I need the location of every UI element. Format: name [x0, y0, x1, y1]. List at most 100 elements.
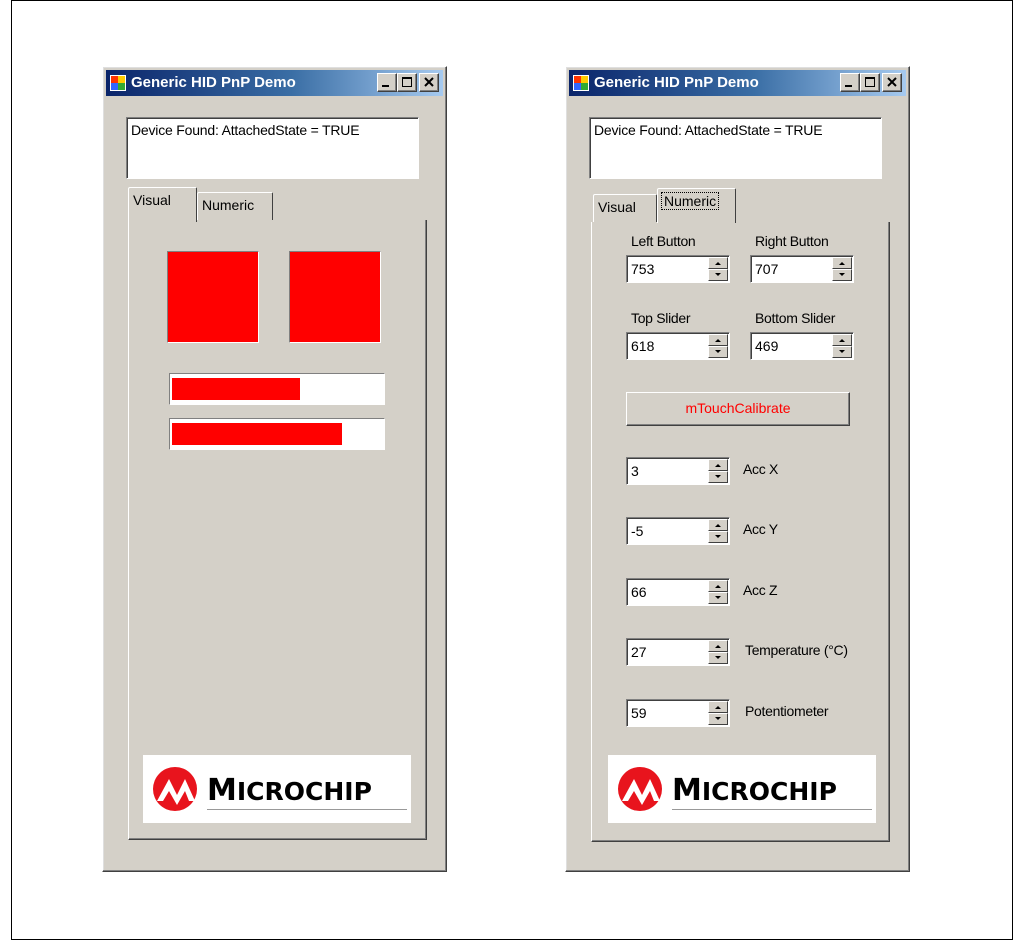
spinner-buttons: [708, 701, 728, 725]
potentiometer-label: Potentiometer: [745, 703, 829, 719]
spin-up-button[interactable]: [708, 701, 728, 713]
temperature-label: Temperature (°C): [745, 642, 848, 658]
spin-down-button[interactable]: [708, 592, 728, 604]
microchip-logo: MICROCHIP: [608, 755, 876, 823]
title-bar[interactable]: Generic HID PnP Demo: [106, 70, 443, 96]
spin-down-button[interactable]: [832, 269, 852, 281]
arrow-down-icon: [715, 475, 721, 478]
acc-x-value: 3: [631, 463, 639, 479]
spin-up-button[interactable]: [708, 580, 728, 592]
spin-down-button[interactable]: [708, 269, 728, 281]
close-button[interactable]: [882, 73, 902, 92]
spin-up-button[interactable]: [708, 640, 728, 652]
spin-down-button[interactable]: [708, 346, 728, 358]
spin-down-button[interactable]: [708, 713, 728, 725]
maximize-button[interactable]: [397, 73, 417, 92]
microchip-logo: MICROCHIP: [143, 755, 411, 823]
right-button-value: 707: [755, 261, 779, 277]
spin-down-button[interactable]: [708, 531, 728, 543]
arrow-up-icon: [715, 706, 721, 709]
tab-visual[interactable]: Visual: [128, 187, 197, 222]
bottom-slider-spinner[interactable]: 469: [750, 332, 854, 360]
arrow-down-icon: [715, 273, 721, 276]
top-slider-fill: [172, 378, 300, 400]
minimize-icon: [845, 85, 852, 87]
spinner-buttons: [708, 519, 728, 543]
spin-down-button[interactable]: [708, 471, 728, 483]
potentiometer-value: 59: [631, 705, 647, 721]
close-icon: [424, 77, 434, 87]
tab-numeric-label: Numeric: [660, 192, 720, 210]
spinner-buttons: [832, 257, 852, 281]
right-button-label: Right Button: [755, 233, 829, 249]
maximize-icon: [402, 77, 412, 87]
arrow-up-icon: [715, 262, 721, 265]
temperature-value: 27: [631, 644, 647, 660]
maximize-button[interactable]: [860, 73, 880, 92]
arrow-up-icon: [715, 339, 721, 342]
tab-visual[interactable]: Visual: [593, 194, 657, 222]
top-slider-spinner[interactable]: 618: [626, 332, 730, 360]
tab-numeric[interactable]: Numeric: [197, 192, 273, 220]
app-icon: [110, 75, 126, 91]
spinner-buttons: [708, 334, 728, 358]
top-slider-label: Top Slider: [631, 310, 691, 326]
top-slider-bar: [169, 373, 385, 405]
arrow-up-icon: [839, 339, 845, 342]
acc-z-spinner[interactable]: 66: [626, 578, 730, 606]
spin-up-button[interactable]: [708, 519, 728, 531]
bottom-slider-bar: [169, 418, 385, 450]
left-button-indicator: [167, 251, 259, 343]
spin-up-button[interactable]: [708, 257, 728, 269]
top-slider-value: 618: [631, 338, 655, 354]
arrow-down-icon: [715, 717, 721, 720]
minimize-button[interactable]: [377, 73, 397, 92]
left-button-spinner[interactable]: 753: [626, 255, 730, 283]
spin-down-button[interactable]: [708, 652, 728, 664]
minimize-button[interactable]: [840, 73, 860, 92]
arrow-up-icon: [715, 645, 721, 648]
tab-visual-label: Visual: [598, 199, 636, 215]
app-icon: [573, 75, 589, 91]
spin-up-button[interactable]: [708, 459, 728, 471]
title-bar[interactable]: Generic HID PnP Demo: [569, 70, 906, 96]
acc-y-value: -5: [631, 523, 644, 539]
arrow-down-icon: [715, 656, 721, 659]
arrow-down-icon: [715, 350, 721, 353]
arrow-down-icon: [839, 350, 845, 353]
maximize-icon: [865, 77, 875, 87]
left-button-value: 753: [631, 261, 655, 277]
temperature-spinner[interactable]: 27: [626, 638, 730, 666]
spin-up-button[interactable]: [832, 257, 852, 269]
arrow-up-icon: [715, 524, 721, 527]
acc-x-spinner[interactable]: 3: [626, 457, 730, 485]
arrow-up-icon: [715, 585, 721, 588]
bottom-slider-value: 469: [755, 338, 779, 354]
spin-up-button[interactable]: [832, 334, 852, 346]
status-textbox[interactable]: Device Found: AttachedState = TRUE: [126, 117, 419, 179]
acc-y-spinner[interactable]: -5: [626, 517, 730, 545]
microchip-logo-icon: [618, 767, 662, 811]
spin-up-button[interactable]: [708, 334, 728, 346]
acc-x-label: Acc X: [743, 461, 779, 477]
app-window-numeric: Generic HID PnP Demo Device Found: Attac…: [565, 66, 910, 872]
window-title: Generic HID PnP Demo: [594, 74, 759, 91]
mtouch-calibrate-button[interactable]: mTouchCalibrate: [626, 392, 850, 426]
spinner-buttons: [708, 580, 728, 604]
arrow-down-icon: [715, 535, 721, 538]
left-button-label: Left Button: [631, 233, 696, 249]
microchip-logo-icon: [153, 767, 197, 811]
status-textbox[interactable]: Device Found: AttachedState = TRUE: [589, 117, 882, 179]
app-window-visual: Generic HID PnP Demo Device Found: Attac…: [102, 66, 447, 872]
right-button-spinner[interactable]: 707: [750, 255, 854, 283]
potentiometer-spinner[interactable]: 59: [626, 699, 730, 727]
window-title: Generic HID PnP Demo: [131, 74, 296, 91]
spinner-buttons: [708, 459, 728, 483]
right-button-indicator: [289, 251, 381, 343]
spin-down-button[interactable]: [832, 346, 852, 358]
acc-z-value: 66: [631, 584, 647, 600]
acc-y-label: Acc Y: [743, 521, 778, 537]
close-button[interactable]: [419, 73, 439, 92]
arrow-down-icon: [715, 596, 721, 599]
tab-numeric[interactable]: Numeric: [657, 188, 736, 223]
